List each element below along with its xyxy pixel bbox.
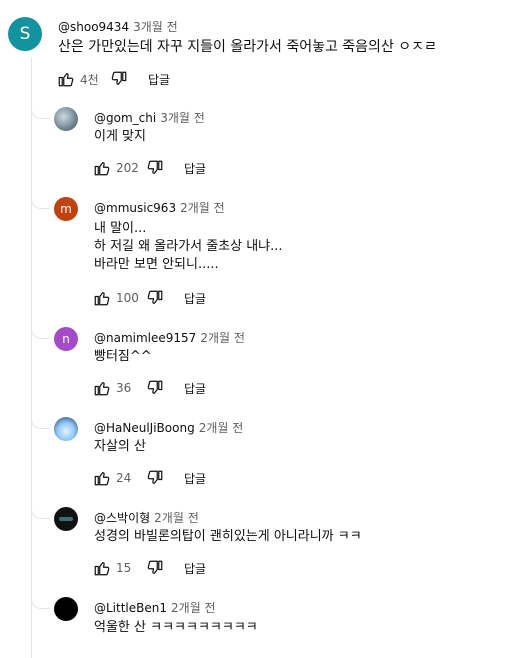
like-count: 24 [116,471,132,485]
thumb-up-icon[interactable] [93,379,111,397]
comment-meta: @HaNeulJiBoong 2개월 전 [94,419,243,436]
comment-text: 억울한 산 ㅋㅋㅋㅋㅋㅋㅋㅋㅋ [94,620,258,635]
reply-button[interactable]: 답글 [184,470,206,487]
comment-text: 내 말이... 하 저길 왜 올라가서 줄초상 내냐... 바라만 보면 안되니… [94,221,283,272]
avatar[interactable]: m [54,197,78,221]
like-count: 4천 [80,72,99,87]
comment-actions: 202 답글 [93,158,206,178]
comment-meta: @스박이형 2개월 전 [94,509,199,526]
avatar[interactable] [54,107,78,131]
reply-connector [31,504,50,519]
avatar[interactable] [54,417,78,441]
comment-text: 자살의 산 [94,439,146,454]
reply-thread-line [31,58,32,658]
comment-author[interactable]: @LittleBen1 [94,601,167,615]
comment-time[interactable]: 2개월 전 [200,331,245,345]
comment-time[interactable]: 2개월 전 [171,601,216,615]
comment-author[interactable]: @HaNeulJiBoong [94,421,195,435]
comment-meta: @namimlee9157 2개월 전 [94,329,245,346]
comment-author[interactable]: @shoo9434 [58,20,129,34]
thumb-up-icon[interactable] [93,159,111,177]
thumb-down-icon[interactable] [146,469,164,487]
like-count: 100 [116,291,139,305]
thumb-down-icon[interactable] [146,559,164,577]
reply-button[interactable]: 답글 [184,560,206,577]
like-count: 36 [116,381,132,395]
avatar[interactable]: n [54,327,78,351]
reply-connector [31,594,50,609]
comment-author[interactable]: @mmusic963 [94,201,176,215]
comment-time[interactable]: 3개월 전 [160,111,205,125]
thumb-up-icon[interactable] [57,70,75,88]
like-count: 15 [116,561,132,575]
thumb-up-icon[interactable] [93,559,111,577]
comment-text: 이게 맞지 [94,129,146,144]
thumb-down-icon[interactable] [146,379,164,397]
comment-text: 산은 가만있는데 자꾸 지들이 올라가서 죽어놓고 죽음의산 ㅇㅈㄹ [58,39,437,55]
comment-meta: @gom_chi 3개월 전 [94,109,205,126]
comment-author[interactable]: @namimlee9157 [94,331,196,345]
thumb-up-icon[interactable] [93,289,111,307]
comment-actions: 4천 답글 [57,69,170,89]
comment-time[interactable]: 3개월 전 [133,20,178,34]
thumb-down-icon[interactable] [146,159,164,177]
comment-actions: 36 답글 [93,378,206,398]
avatar[interactable] [54,597,78,621]
comment-text: 성경의 바빌론의탑이 괜히있는게 아니라니까 ㅋㅋ [94,529,362,544]
thumb-down-icon[interactable] [110,70,128,88]
reply-button[interactable]: 답글 [184,380,206,397]
avatar[interactable] [54,507,78,531]
comment-actions: 15 답글 [93,558,206,578]
comment-actions: 24 답글 [93,468,206,488]
like-count: 202 [116,161,139,175]
comment-author[interactable]: @스박이형 [94,511,150,525]
comment-meta: @shoo9434 3개월 전 [58,18,178,35]
reply-connector [31,324,50,339]
comment-author[interactable]: @gom_chi [94,111,156,125]
comment-time[interactable]: 2개월 전 [180,201,225,215]
reply-button[interactable]: 답글 [184,290,206,307]
reply-connector [31,194,50,209]
comment-meta: @LittleBen1 2개월 전 [94,599,216,616]
reply-connector [31,104,50,119]
comment-text: 빵터짐^^ [94,349,152,364]
reply-connector [31,414,50,429]
avatar[interactable]: S [8,17,42,51]
comment-time[interactable]: 2개월 전 [154,511,199,525]
thumb-up-icon[interactable] [93,469,111,487]
reply-button[interactable]: 답글 [148,71,170,88]
reply-button[interactable]: 답글 [184,160,206,177]
comment-time[interactable]: 2개월 전 [199,421,244,435]
thumb-down-icon[interactable] [146,289,164,307]
comment-meta: @mmusic963 2개월 전 [94,199,225,216]
comment-actions: 100 답글 [93,288,206,308]
